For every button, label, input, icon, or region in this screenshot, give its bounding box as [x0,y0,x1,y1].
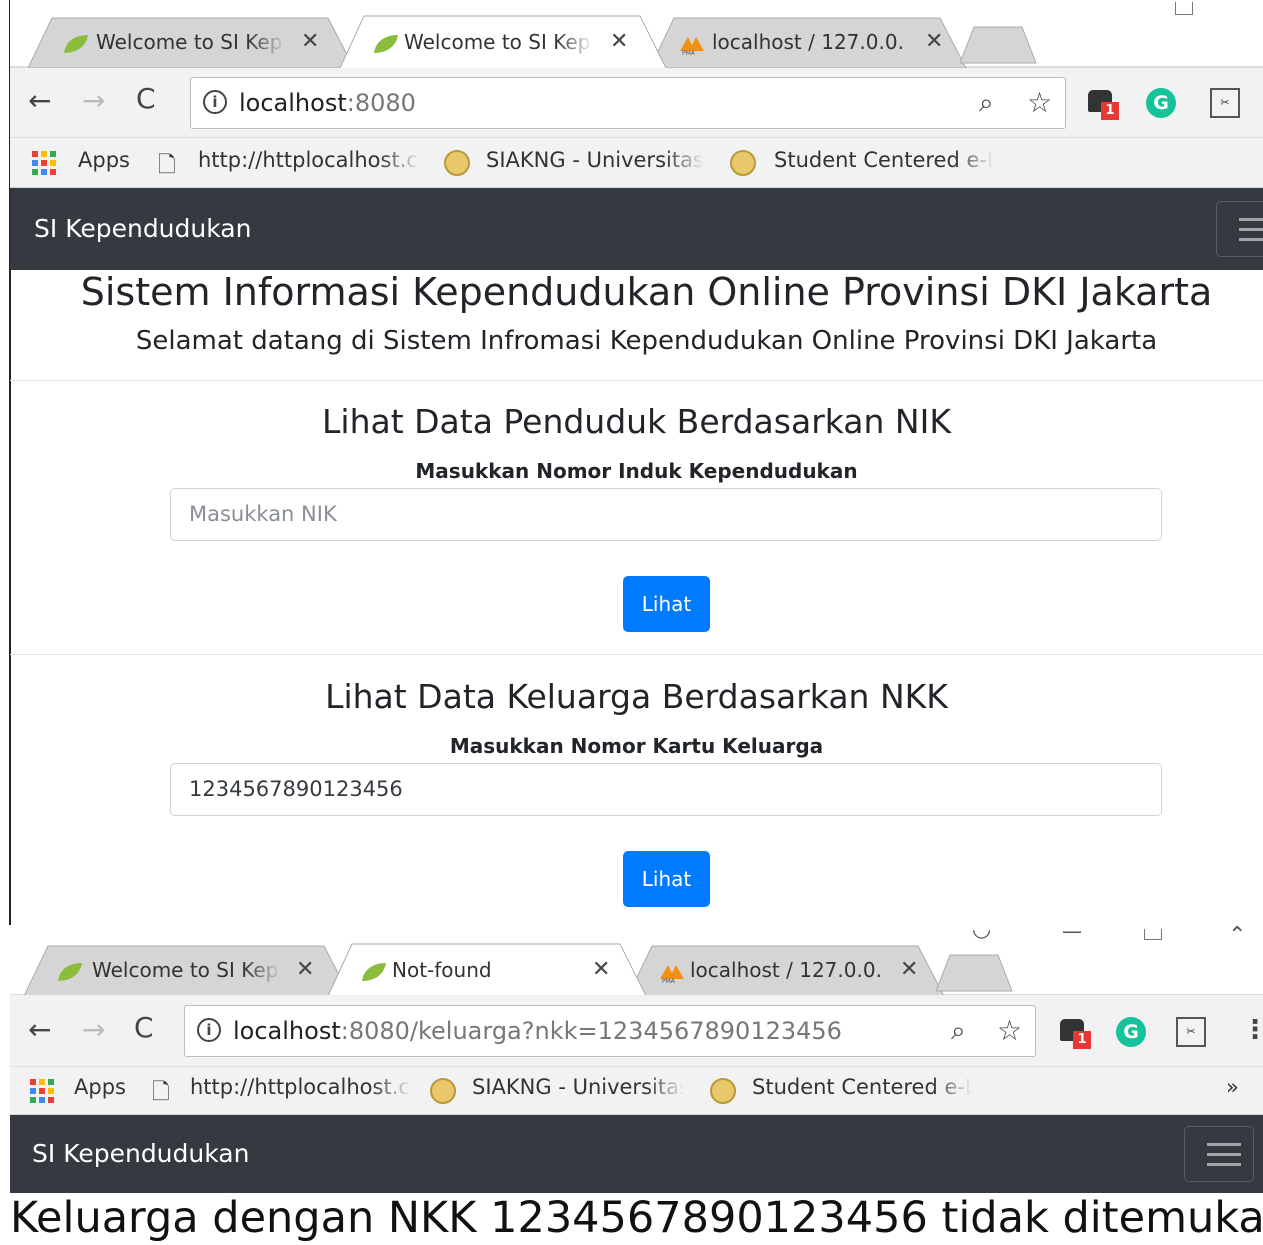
app-navbar: SI Kependudukan [10,1115,1263,1193]
browser-toolbar: ← → C i localhost:8080 ⌕ ☆ 1 G ✂ [10,68,1263,138]
tab-strip: ◡ — ⌃ Welcome to SI Kep ✕ PMA localhost … [10,925,1263,997]
navbar-toggler-button[interactable] [1216,201,1263,257]
back-icon[interactable]: ← [28,84,51,117]
info-icon[interactable]: i [197,1018,221,1042]
tab-title: Welcome to SI Kep [96,30,283,54]
browser-toolbar: ← → C i localhost:8080/keluarga?nkk=1234… [10,995,1263,1067]
nkk-input[interactable]: 1234567890123456 [170,763,1162,816]
extension-icon[interactable]: 1 [1060,1017,1092,1049]
extension-icon[interactable]: 1 [1088,88,1120,120]
screenshot-main-page: Welcome to SI Kep ✕ PMA localhost / 127.… [0,0,1263,925]
bookmark-siakng[interactable]: SIAKNG - Universitas [486,148,704,172]
bookmark-scele[interactable]: Student Centered e-L [752,1075,977,1099]
ui-logo-icon [444,150,470,176]
close-tab-icon[interactable]: ✕ [296,957,314,982]
ui-logo-icon [430,1078,456,1104]
svg-text:PMA: PMA [662,978,676,983]
address-bar[interactable]: i localhost:8080/keluarga?nkk=1234567890… [184,1005,1036,1057]
navbar-brand[interactable]: SI Kependudukan [34,214,251,243]
address-bar[interactable]: i localhost:8080 ⌕ ☆ [190,77,1066,129]
nik-placeholder: Masukkan NIK [189,502,337,526]
leaf-icon [64,35,88,53]
extension-badge: 1 [1101,102,1119,120]
close-tab-icon[interactable]: ✕ [610,29,628,54]
bookmark-localhost[interactable]: http://httplocalhost.c [198,148,420,172]
nik-section-title: Lihat Data Penduduk Berdasarkan NIK [322,402,951,441]
zoom-icon[interactable]: ⌕ [951,1016,966,1047]
tab-phpmyadmin[interactable]: PMA localhost / 127.0.0. ✕ [628,945,958,997]
lihat-nik-button[interactable]: Lihat [623,576,710,632]
divider [10,654,1263,655]
bookmark-scele[interactable]: Student Centered e-L [774,148,999,172]
bookmark-siakng[interactable]: SIAKNG - Universitas [472,1075,690,1099]
bookmark-apps[interactable]: Apps [74,1075,126,1099]
forward-icon[interactable]: → [82,1013,105,1046]
phpmyadmin-icon: PMA [680,37,704,55]
navbar-toggler-button[interactable] [1184,1126,1254,1182]
tab-not-found-active[interactable]: Not-found ✕ [328,943,648,997]
apps-icon[interactable] [30,1079,54,1103]
zoom-icon[interactable]: ⌕ [979,88,994,119]
bookmark-star-icon[interactable]: ☆ [1027,86,1052,119]
page-icon: 🗋 [152,1080,170,1105]
screenshot-extension-icon[interactable]: ✂ [1210,88,1240,118]
ui-logo-icon [730,150,756,176]
divider [10,380,1263,381]
app-navbar: SI Kependudukan [10,188,1263,270]
leaf-icon [362,963,386,981]
back-icon[interactable]: ← [28,1013,51,1046]
tab-phpmyadmin[interactable]: PMA localhost / 127.0.0. ✕ [650,17,980,69]
page-title: Sistem Informasi Kependudukan Online Pro… [80,270,1213,314]
apps-icon[interactable] [32,151,56,175]
close-tab-icon[interactable]: ✕ [592,957,610,982]
close-tab-icon[interactable]: ✕ [900,957,918,982]
nkk-label: Masukkan Nomor Kartu Keluarga [449,734,824,758]
tab-title: localhost / 127.0.0. [690,958,882,982]
nik-label: Masukkan Nomor Induk Kependudukan [415,459,858,483]
leaf-icon [58,963,82,981]
screenshot-extension-icon[interactable]: ✂ [1176,1017,1206,1047]
url-text: localhost:8080/keluarga?nkk=123456789012… [233,1017,842,1045]
lihat-nkk-button[interactable]: Lihat [623,851,710,907]
reload-icon[interactable]: C [134,1011,154,1044]
tab-welcome-1[interactable]: Welcome to SI Kep ✕ [28,17,358,69]
nkk-section-title: Lihat Data Keluarga Berdasarkan NKK [325,677,948,716]
tab-welcome-active[interactable]: Welcome to SI Kep ✕ [340,15,670,69]
menu-icon[interactable]: ⋮ [1242,1015,1263,1045]
not-found-message: Keluarga dengan NKK 1234567890123456 tid… [10,1193,1263,1243]
info-icon[interactable]: i [203,90,227,114]
bookmarks-bar: Apps 🗋 http://httplocalhost.c SIAKNG - U… [10,1067,1263,1115]
tab-title: Welcome to SI Kep [404,30,591,54]
ui-logo-icon [710,1078,736,1104]
close-tab-icon[interactable]: ✕ [925,29,943,54]
grammarly-icon[interactable]: G [1116,1017,1146,1047]
bookmarks-bar: Apps 🗋 http://httplocalhost.c SIAKNG - U… [10,138,1263,188]
tab-title: Welcome to SI Kep [92,958,279,982]
close-tab-icon[interactable]: ✕ [301,29,319,54]
nik-input[interactable]: Masukkan NIK [170,488,1162,541]
page-subtitle: Selamat datang di Sistem Infromasi Kepen… [135,326,1158,356]
tab-welcome[interactable]: Welcome to SI Kep ✕ [24,945,354,997]
bookmark-localhost[interactable]: http://httplocalhost.c [190,1075,412,1099]
url-text: localhost:8080 [239,89,416,117]
navbar-brand[interactable]: SI Kependudukan [32,1139,249,1168]
extension-badge: 1 [1073,1031,1091,1049]
forward-icon[interactable]: → [82,84,105,117]
tab-strip: Welcome to SI Kep ✕ PMA localhost / 127.… [10,0,1263,69]
tab-title: Not-found [392,958,492,982]
leaf-icon [374,35,398,53]
grammarly-icon[interactable]: G [1146,88,1176,118]
phpmyadmin-icon: PMA [660,965,684,983]
page-icon: 🗋 [158,153,176,178]
nkk-value: 1234567890123456 [189,777,403,801]
more-bookmarks-icon[interactable]: » [1226,1075,1239,1099]
svg-text:PMA: PMA [682,50,696,55]
tab-title: localhost / 127.0.0. [712,30,904,54]
screenshot-not-found-page: ◡ — ⌃ Welcome to SI Kep ✕ PMA localhost … [0,925,1263,1245]
bookmark-star-icon[interactable]: ☆ [997,1014,1022,1047]
reload-icon[interactable]: C [136,82,156,115]
bookmark-apps[interactable]: Apps [78,148,130,172]
